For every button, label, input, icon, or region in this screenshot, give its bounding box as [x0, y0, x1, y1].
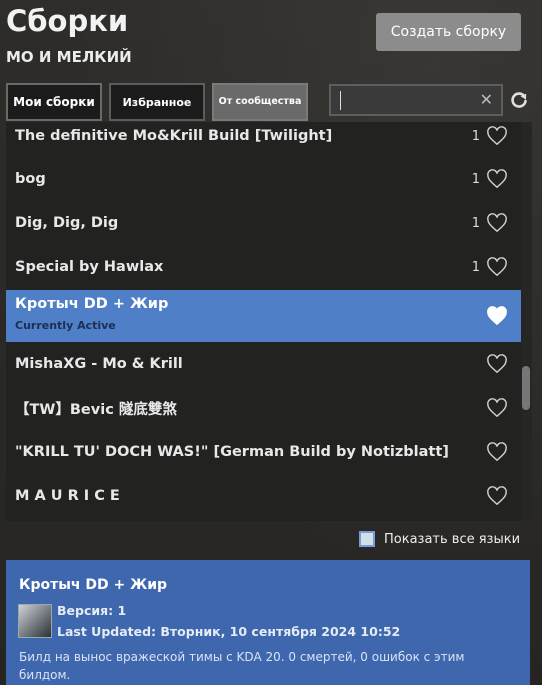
build-name: The definitive Mo&Krill Build [Twilight]: [15, 128, 333, 144]
build-name: bog: [15, 171, 46, 187]
search-input[interactable]: ✕: [329, 84, 503, 116]
tab-my-builds[interactable]: Мои сборки: [6, 83, 102, 121]
details-last-updated: Last Updated: Вторник, 10 сентября 2024 …: [57, 624, 401, 639]
heart-icon[interactable]: [486, 126, 508, 146]
list-item[interactable]: MishaXG - Mo & Krill: [6, 344, 521, 384]
show-all-languages-checkbox[interactable]: [359, 531, 375, 547]
refresh-icon[interactable]: [509, 90, 529, 110]
list-item[interactable]: M A U R I C E: [6, 476, 521, 516]
build-name: "KRILL TU' DOCH WAS!" [German Build by N…: [15, 444, 449, 460]
scrollbar-track[interactable]: [521, 122, 532, 521]
favorite-count: 1: [471, 171, 480, 187]
details-version: Версия: 1: [57, 603, 127, 618]
tab-community[interactable]: От сообщества: [212, 83, 308, 121]
heart-icon[interactable]: [486, 354, 508, 374]
list-item[interactable]: Dig, Dig, Dig 1: [6, 203, 521, 243]
build-details-panel: Кротыч DD + Жир Версия: 1 Last Updated: …: [6, 560, 530, 685]
build-name: Dig, Dig, Dig: [15, 215, 119, 231]
build-list[interactable]: The definitive Mo&Krill Build [Twilight]…: [6, 122, 521, 521]
close-icon[interactable]: ✕: [480, 90, 493, 109]
build-name: MishaXG - Mo & Krill: [15, 356, 183, 372]
list-item[interactable]: 【TW】Bevic 隧底雙煞: [6, 388, 521, 428]
heart-icon[interactable]: [486, 486, 508, 506]
scrollbar-thumb[interactable]: [522, 366, 530, 410]
favorite-count: 1: [471, 215, 480, 231]
build-name: Special by Hawlax: [15, 259, 164, 275]
list-item[interactable]: The definitive Mo&Krill Build [Twilight]…: [6, 122, 521, 150]
list-item[interactable]: bog 1: [6, 159, 521, 199]
page-title: Сборки: [6, 4, 129, 38]
heart-icon[interactable]: [486, 169, 508, 189]
details-title: Кротыч DD + Жир: [19, 577, 168, 593]
build-name: 【TW】Bevic 隧底雙煞: [15, 401, 177, 418]
heart-icon[interactable]: [486, 257, 508, 277]
heart-icon[interactable]: [486, 213, 508, 233]
favorite-count: 1: [471, 259, 480, 275]
details-description: Билд на вынос вражеской тимы с KDA 20. 0…: [19, 650, 465, 682]
list-item[interactable]: Special by Hawlax 1: [6, 247, 521, 287]
text-caret: [340, 91, 341, 110]
tab-favorites[interactable]: Избранное: [109, 83, 205, 121]
show-all-languages-label: Показать все языки: [384, 532, 521, 547]
heart-icon[interactable]: [486, 398, 508, 418]
favorite-count: 1: [471, 128, 480, 144]
create-build-button[interactable]: Создать сборку: [376, 13, 521, 51]
heart-icon[interactable]: [486, 306, 508, 326]
heart-icon[interactable]: [486, 442, 508, 462]
build-name: M A U R I C E: [15, 488, 120, 504]
character-name: МО И МЕЛКИЙ: [6, 48, 132, 66]
list-item-active[interactable]: Кротыч DD + Жир Currently Active: [6, 290, 521, 342]
avatar: [18, 604, 52, 638]
build-name: Кротыч DD + Жир: [15, 296, 169, 312]
list-item[interactable]: "KRILL TU' DOCH WAS!" [German Build by N…: [6, 432, 521, 472]
active-status: Currently Active: [15, 319, 116, 332]
